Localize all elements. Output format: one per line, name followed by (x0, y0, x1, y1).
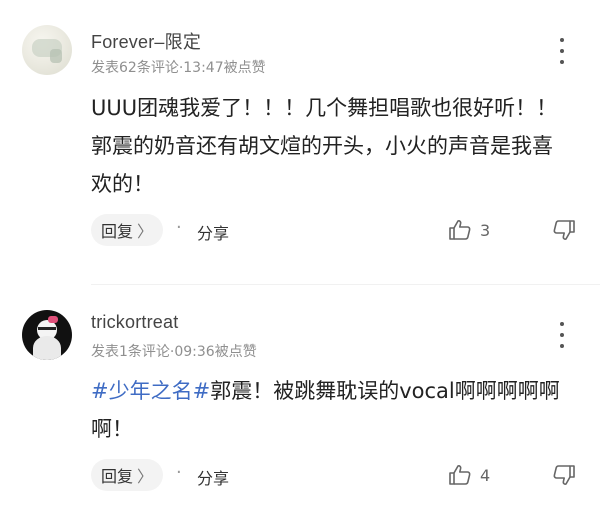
comment-text: #少年之名#郭震！被跳舞耽误的vocal啊啊啊啊啊啊！ (91, 372, 571, 448)
comment-meta: 发表1条评论·09:36被点赞 (91, 344, 257, 360)
hashtag-link[interactable]: #少年之名# (91, 379, 210, 403)
avatar[interactable] (22, 310, 72, 360)
separator-dot: · (176, 462, 182, 483)
dislike-button[interactable] (552, 464, 576, 490)
reply-button[interactable]: 回复 〉 (91, 459, 163, 491)
like-count: 4 (480, 465, 491, 485)
reply-label: 回复 (100, 467, 133, 486)
chevron-right-icon: 〉 (137, 467, 154, 486)
like-button[interactable]: 4 (448, 464, 490, 486)
more-vertical-icon[interactable] (552, 322, 572, 348)
thumbs-up-icon (449, 465, 471, 485)
thumbs-down-icon (553, 465, 575, 485)
comment-item: trickortreat 发表1条评论·09:36被点赞 #少年之名#郭震！被跳… (0, 0, 600, 526)
share-button[interactable]: 分享 (197, 465, 229, 489)
username[interactable]: trickortreat (91, 312, 178, 333)
